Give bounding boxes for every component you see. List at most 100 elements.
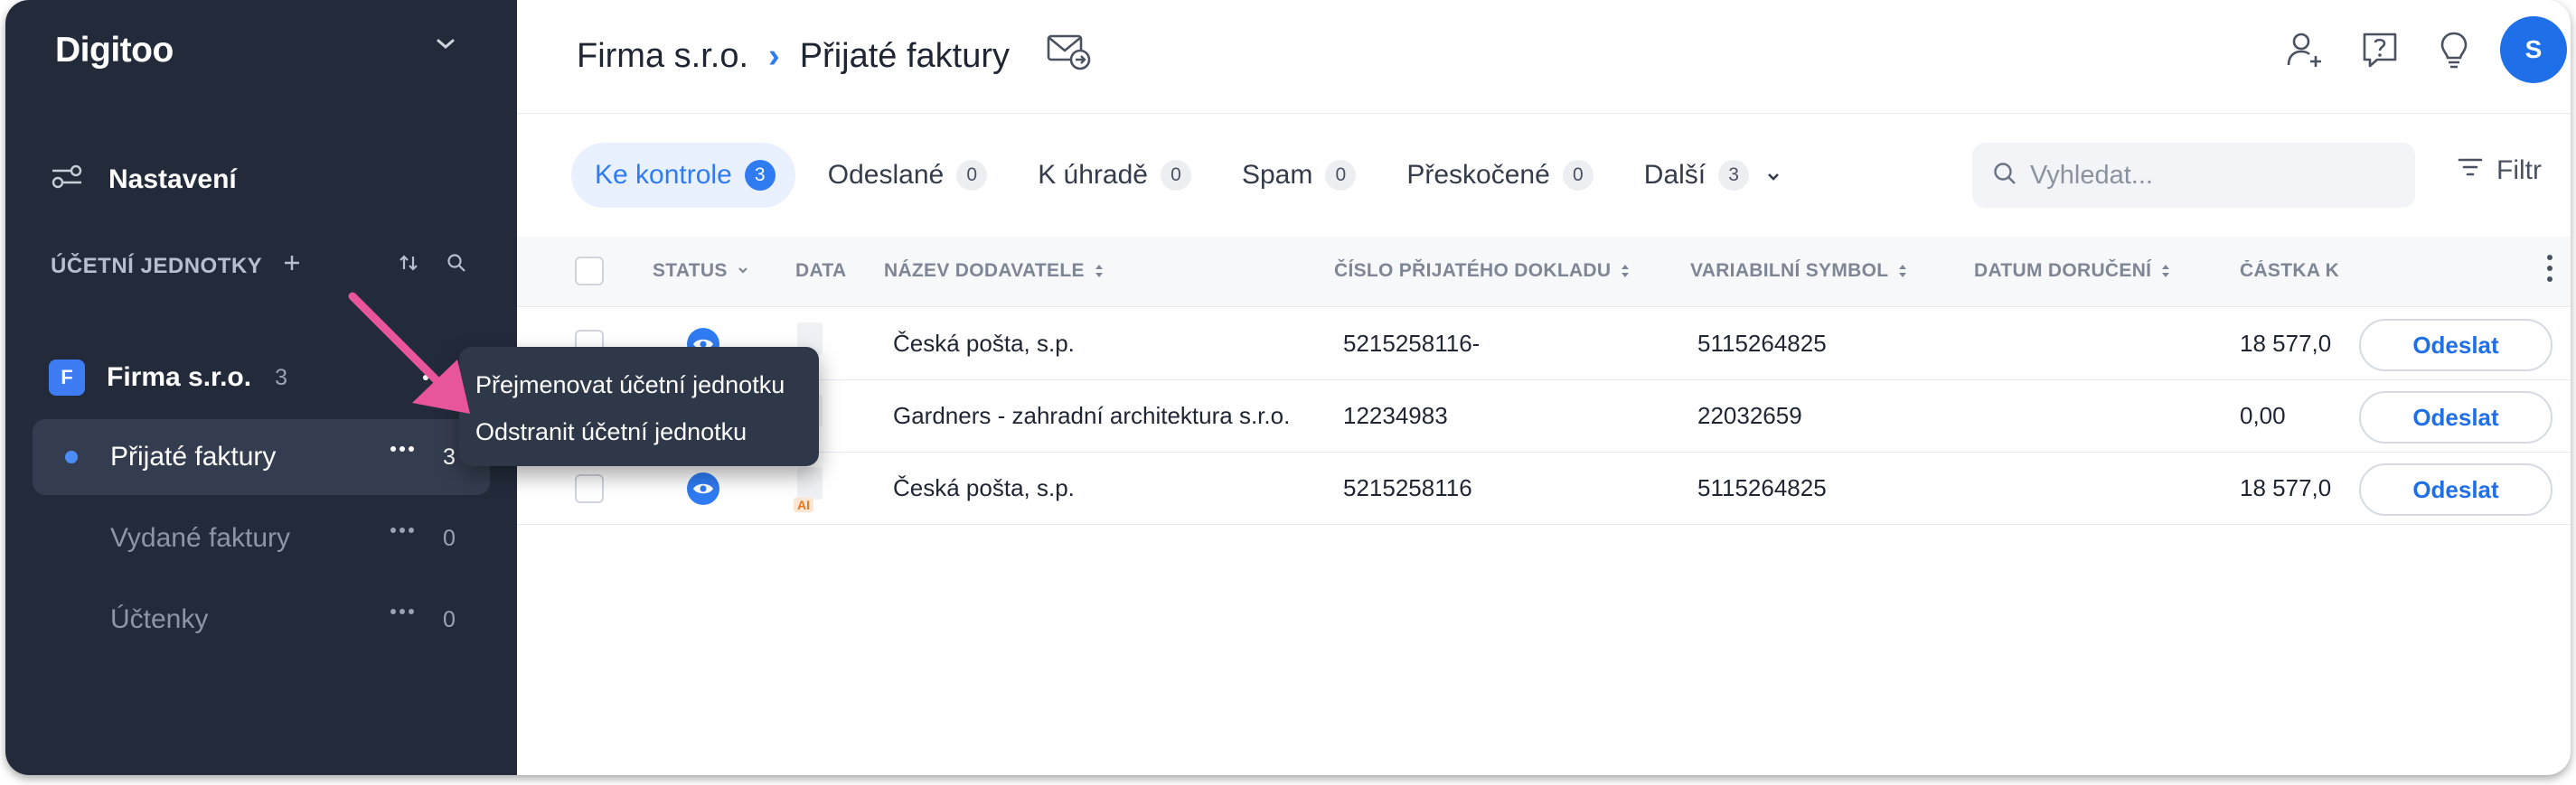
tab-label: Ke kontrole (595, 160, 732, 190)
send-button[interactable]: Odeslat (2359, 463, 2552, 516)
header-actions: S (2274, 16, 2571, 83)
search-units-icon[interactable] (447, 253, 466, 279)
column-label: ČÁSTKA K (2240, 260, 2339, 281)
column-data: DATA (795, 260, 846, 282)
table-row[interactable]: Gardners - zahradní architektura s.r.o. … (517, 380, 2571, 453)
sort-icon (1899, 265, 1907, 277)
column-label: STATUS (653, 260, 728, 281)
column-delivery-date[interactable]: DATUM DORUČENÍ (1974, 260, 2171, 282)
workspace-chevron-down-icon[interactable] (434, 36, 457, 57)
nav-label: Vydané faktury (110, 523, 290, 553)
item-more-icon[interactable] (390, 609, 414, 614)
nav-label: Přijaté faktury (110, 442, 277, 472)
section-title: ÚČETNÍ JEDNOTKY (51, 253, 263, 278)
supplier-name: Gardners - zahradní architektura s.r.o. (893, 402, 1291, 429)
supplier-name: Česká pošta, s.p. (893, 474, 1075, 501)
tab-label: Odeslané (827, 160, 945, 190)
ai-badge: AI (794, 498, 813, 512)
sidebar-item-received-invoices[interactable]: Přijaté faktury 3 (33, 419, 490, 495)
item-more-icon[interactable] (390, 528, 414, 533)
sliders-icon (51, 163, 83, 197)
table-header: STATUS DATA NÁZEV DODAVATELE ČÍSLO PŘIJA… (517, 237, 2571, 307)
company-name: Firma s.r.o. (107, 362, 252, 392)
amount: 18 577,0 (2240, 474, 2332, 501)
column-status[interactable]: STATUS (653, 260, 749, 282)
var-symbol: 22032659 (1697, 402, 1802, 429)
row-checkbox[interactable] (575, 474, 604, 503)
doc-number: 5215258116 (1343, 474, 1472, 501)
tab-label: Přeskočené (1406, 160, 1550, 190)
sort-icon[interactable] (398, 253, 419, 279)
doc-number: 5215258116- (1343, 330, 1481, 357)
tab-count: 3 (744, 160, 776, 191)
chevron-down-icon (1765, 160, 1782, 191)
company-unit[interactable]: F Firma s.r.o. 3 (49, 360, 474, 396)
breadcrumb-company[interactable]: Firma s.r.o. (577, 37, 748, 76)
menu-item-delete-unit[interactable]: Odstranit účetní jednotku (459, 408, 819, 455)
sidebar-item-issued-invoices[interactable]: Vydané faktury 0 (33, 500, 490, 576)
column-label: ČÍSLO PŘIJATÉHO DOKLADU (1334, 260, 1612, 281)
app-window: Digitoo Nastavení ÚČETNÍ JEDNOTKY F Firm… (5, 0, 2571, 775)
doc-number: 12234983 (1343, 402, 1448, 429)
menu-item-rename-unit[interactable]: Přejmenovat účetní jednotku (459, 361, 819, 408)
tab-count: 0 (1325, 160, 1357, 191)
table-options-icon[interactable] (2547, 255, 2552, 282)
table-row[interactable]: Česká pošta, s.p. 5215258116- 5115264825… (517, 308, 2571, 380)
select-all-checkbox[interactable] (575, 257, 604, 285)
help-icon[interactable] (2348, 18, 2411, 81)
filter-button[interactable]: Filtr (2457, 155, 2542, 186)
top-header: Firma s.r.o. › Přijaté faktury S (517, 0, 2571, 114)
tab-count: 0 (1160, 160, 1191, 191)
status-tabs: Ke kontrole 3 Odeslané 0 K úhradě 0 Spam… (571, 143, 1800, 208)
section-tools (398, 253, 466, 279)
sidebar-item-receipts[interactable]: Účtenky 0 (33, 582, 490, 658)
add-user-icon[interactable] (2274, 18, 2337, 81)
tab-label: Spam (1241, 160, 1313, 190)
tab-spam[interactable]: Spam 0 (1224, 143, 1374, 208)
tab-label: Další (1643, 160, 1706, 190)
mail-forward-icon[interactable] (1046, 31, 1093, 81)
column-var-symbol[interactable]: VARIABILNÍ SYMBOL (1690, 260, 1908, 282)
tab-count: 0 (956, 160, 988, 191)
column-doc-number[interactable]: ČÍSLO PŘIJATÉHO DOKLADU (1334, 260, 1631, 282)
nav-label: Účtenky (110, 604, 209, 634)
lightbulb-icon[interactable] (2422, 18, 2486, 81)
search-input[interactable] (2030, 160, 2392, 191)
search-icon (1992, 161, 2017, 191)
tab-skipped[interactable]: Přeskočené 0 (1388, 143, 1611, 208)
column-amount[interactable]: ČÁSTKA K (2240, 260, 2339, 282)
active-dot (65, 451, 78, 463)
supplier-name: Česká pošta, s.p. (893, 330, 1075, 357)
sidebar-item-settings[interactable]: Nastavení (51, 163, 237, 197)
var-symbol: 5115264825 (1697, 474, 1827, 501)
tab-more[interactable]: Další 3 (1626, 143, 1800, 208)
unit-context-menu: Přejmenovat účetní jednotku Odstranit úč… (459, 347, 819, 466)
send-button[interactable]: Odeslat (2359, 319, 2552, 371)
user-avatar[interactable]: S (2500, 16, 2567, 83)
company-avatar: F (49, 360, 85, 396)
item-more-icon[interactable] (390, 446, 414, 452)
company-more-icon[interactable] (423, 375, 447, 380)
sort-icon (2162, 265, 2170, 277)
sort-icon (1095, 265, 1103, 277)
filter-label: Filtr (2496, 155, 2542, 185)
breadcrumb-separator: › (768, 36, 780, 75)
eye-status-icon (687, 472, 719, 505)
amount: 0,00 (2240, 402, 2286, 429)
document-thumbnail[interactable] (797, 467, 823, 500)
tab-sent[interactable]: Odeslané 0 (810, 143, 1005, 208)
tab-to-pay[interactable]: K úhradě 0 (1020, 143, 1209, 208)
tab-count: 0 (1562, 160, 1594, 191)
column-supplier[interactable]: NÁZEV DODAVATELE (884, 260, 1105, 282)
table-row[interactable]: AI Česká pošta, s.p. 5215258116 51152648… (517, 453, 2571, 525)
sidebar: Digitoo Nastavení ÚČETNÍ JEDNOTKY F Firm… (5, 0, 517, 775)
brand-name: Digitoo (55, 31, 174, 70)
company-count: 3 (275, 364, 287, 390)
settings-label: Nastavení (108, 164, 237, 194)
add-unit-plus-icon[interactable] (282, 253, 302, 279)
sort-icon (1622, 265, 1630, 277)
column-label: VARIABILNÍ SYMBOL (1690, 260, 1889, 281)
tab-to-review[interactable]: Ke kontrole 3 (571, 143, 795, 208)
nav-count: 0 (443, 606, 456, 632)
send-button[interactable]: Odeslat (2359, 391, 2552, 444)
